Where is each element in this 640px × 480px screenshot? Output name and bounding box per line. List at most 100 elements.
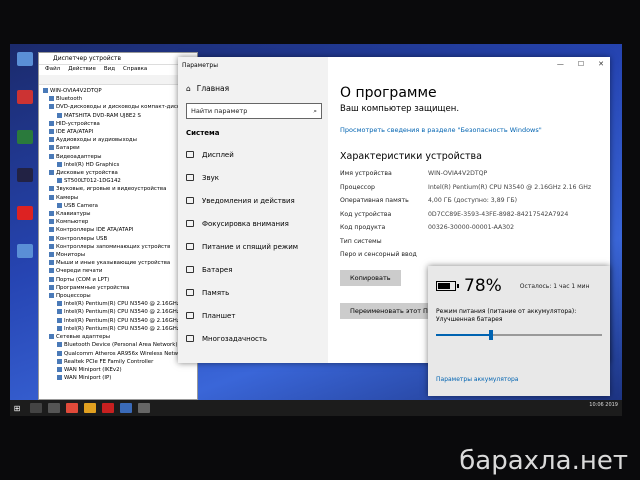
device-tree-item[interactable]: Контроллеры запоминающих устройств [43, 243, 193, 251]
device-tree-item[interactable]: Видеоадаптеры [43, 153, 193, 161]
nav-item[interactable]: Планшет [186, 304, 320, 327]
maximize-icon[interactable]: ☐ [578, 60, 584, 68]
search-taskbar-icon[interactable] [30, 403, 42, 413]
device-tree-item[interactable]: Bluetooth [43, 95, 193, 103]
spec-key: Оперативная память [340, 197, 409, 204]
device-icon [49, 243, 54, 249]
device-icon [57, 350, 62, 356]
device-tree-label: Контроллеры IDE ATA/ATAPI [56, 227, 134, 234]
device-icon [49, 145, 54, 151]
menu-help[interactable]: Справка [123, 66, 147, 74]
nav-item-label: Планшет [202, 311, 236, 320]
spec-value: Intel(R) Pentium(R) CPU N3540 @ 2.16GHz … [428, 183, 592, 191]
device-tree-item[interactable]: Процессоры [43, 292, 193, 300]
slider-thumb[interactable] [488, 330, 493, 340]
app-taskbar-icon[interactable] [120, 403, 132, 413]
nav-item[interactable]: Батарея [186, 258, 320, 281]
device-tree-item[interactable]: Мониторы [43, 251, 193, 259]
device-icon [57, 342, 62, 348]
app-taskbar-icon[interactable] [84, 403, 96, 413]
desktop-icon[interactable] [14, 244, 36, 259]
minimize-icon[interactable]: — [557, 60, 564, 68]
desktop-icon[interactable] [14, 52, 36, 67]
power-mode-slider[interactable] [436, 330, 602, 340]
device-icon [49, 334, 54, 340]
device-tree-label: ST500LT012-1DG142 [64, 178, 121, 185]
app-taskbar-icon[interactable] [66, 403, 78, 413]
close-icon[interactable]: ✕ [598, 60, 604, 68]
device-icon [49, 96, 54, 102]
nav-item[interactable]: Дисплей [186, 143, 320, 166]
desktop-icon[interactable] [14, 206, 36, 221]
home-nav[interactable]: ⌂ Главная [178, 74, 328, 93]
device-tree-item[interactable]: Порты (COM и LPT) [43, 276, 193, 284]
device-tree-item[interactable]: MATSHITA DVD-RAM UJ8E2 S [43, 112, 193, 120]
device-tree-item[interactable]: WAN Miniport (IKEv2) [43, 366, 193, 374]
security-link[interactable]: Просмотреть сведения в разделе "Безопасн… [340, 126, 596, 135]
device-tree-item[interactable]: HID-устройства [43, 120, 193, 128]
nav-item-label: Память [202, 288, 230, 297]
nav-item[interactable]: Уведомления и действия [186, 189, 320, 212]
device-tree-item[interactable]: Программные устройства [43, 284, 193, 292]
device-tree-item[interactable]: Intel(R) HD Graphics [43, 161, 193, 169]
battery-percent: 78% [464, 276, 502, 296]
desktop-icon[interactable] [14, 168, 36, 183]
device-tree-item[interactable]: Intel(R) Pentium(R) CPU N3540 @ 2.16GHz [43, 300, 193, 308]
app-taskbar-icon[interactable] [102, 403, 114, 413]
device-tree-item[interactable]: Звуковые, игровые и видеоустройства [43, 185, 193, 193]
device-tree-item[interactable]: Аудиовходы и аудиовыходы [43, 136, 193, 144]
search-input[interactable]: Найти параметр ⌕ [186, 103, 322, 119]
device-tree-item[interactable]: Дисковые устройства [43, 169, 193, 177]
device-tree-item[interactable]: Очереди печати [43, 267, 193, 275]
clock[interactable]: 10:06 2019 [589, 402, 618, 408]
device-icon [49, 293, 54, 299]
menu-file[interactable]: Файл [45, 66, 60, 74]
device-tree-item[interactable]: WIN-OVIA4V2DTQP [43, 87, 193, 95]
battery-settings-link[interactable]: Параметры аккумулятора [428, 340, 610, 383]
desktop-icon[interactable] [14, 90, 36, 105]
device-tree-item[interactable]: Intel(R) Pentium(R) CPU N3540 @ 2.16GHz [43, 325, 193, 333]
nav-item[interactable]: Питание и спящий режим [186, 235, 320, 258]
device-tree-item[interactable]: Realtek PCIe FE Family Controller [43, 358, 193, 366]
device-tree-item[interactable]: Intel(R) Pentium(R) CPU N3540 @ 2.16GHz [43, 317, 193, 325]
device-icon [49, 120, 54, 126]
taskbar: ⊞ 10:06 2019 [10, 400, 622, 416]
start-icon[interactable]: ⊞ [10, 404, 24, 413]
nav-item[interactable]: Звук [186, 166, 320, 189]
desktop-icon[interactable] [14, 130, 36, 145]
nav-item[interactable]: Фокусировка внимания [186, 212, 320, 235]
spec-value [428, 251, 596, 260]
device-tree-label: Очереди печати [56, 268, 103, 275]
device-tree-item[interactable]: Клавиатуры [43, 210, 193, 218]
device-tree-item[interactable]: Qualcomm Atheros AR956x Wireless Network… [43, 350, 193, 358]
spec-row: Тип системы [340, 238, 596, 247]
device-tree-item[interactable]: ST500LT012-1DG142 [43, 177, 193, 185]
device-manager-menu: Файл Действие Вид Справка [39, 65, 197, 75]
device-tree-item[interactable]: Сетевые адаптеры [43, 333, 193, 341]
spec-row: Имя устройства WIN-OVIA4V2DTQP [340, 170, 596, 179]
device-icon [49, 129, 54, 135]
device-tree-item[interactable]: IDE ATA/ATAPI [43, 128, 193, 136]
device-tree-item[interactable]: Камеры [43, 194, 193, 202]
task-view-icon[interactable] [48, 403, 60, 413]
device-tree-item[interactable]: USB Camera [43, 202, 193, 210]
device-tree-item[interactable]: WAN Miniport (IP) [43, 374, 193, 382]
device-icon [57, 112, 62, 118]
device-manager-window[interactable]: Диспетчер устройств Файл Действие Вид Сп… [38, 52, 198, 400]
menu-view[interactable]: Вид [104, 66, 115, 74]
device-tree-item[interactable]: Контроллеры IDE ATA/ATAPI [43, 226, 193, 234]
settings-taskbar-icon[interactable] [138, 403, 150, 413]
device-tree-item[interactable]: DVD-дисководы и дисководы компакт-дисков [43, 103, 193, 111]
nav-item-label: Питание и спящий режим [202, 242, 299, 251]
nav-item[interactable]: Память [186, 281, 320, 304]
copy-button[interactable]: Копировать [340, 269, 401, 286]
device-tree-item[interactable]: Компьютер [43, 218, 193, 226]
menu-action[interactable]: Действие [68, 66, 96, 74]
device-icon [49, 137, 54, 143]
device-tree-item[interactable]: Bluetooth Device (Personal Area Network) [43, 341, 193, 349]
device-tree-item[interactable]: Контроллеры USB [43, 235, 193, 243]
nav-item[interactable]: Многозадачность [186, 327, 320, 350]
device-tree-item[interactable]: Intel(R) Pentium(R) CPU N3540 @ 2.16GHz [43, 308, 193, 316]
device-tree-item[interactable]: Мыши и иные указывающие устройства [43, 259, 193, 267]
device-tree-item[interactable]: Батареи [43, 144, 193, 152]
